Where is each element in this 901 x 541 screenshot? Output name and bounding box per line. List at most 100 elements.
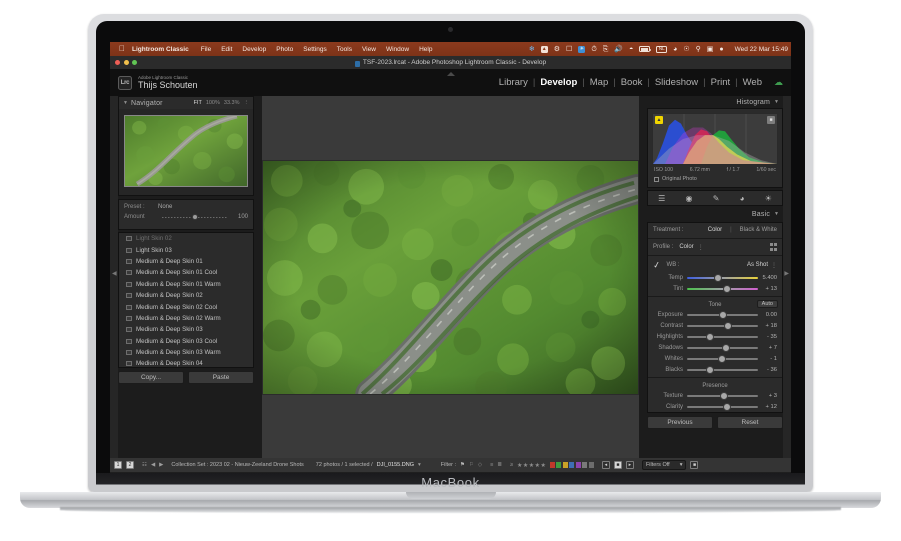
- slider-highlights[interactable]: [687, 332, 758, 341]
- zoom-chevron-icon[interactable]: ⋮: [244, 100, 250, 106]
- identity-plate[interactable]: Adobe Lightroom Classic Thijs Schouten: [138, 75, 198, 91]
- slider-clarity[interactable]: [687, 402, 758, 411]
- slider-knob[interactable]: [705, 365, 714, 374]
- slider-knob[interactable]: [722, 343, 731, 352]
- flag-reject-icon[interactable]: ◇: [478, 462, 482, 468]
- star-icon[interactable]: ★: [529, 462, 534, 469]
- clipboard-icon[interactable]: ⎘: [603, 46, 609, 53]
- butterfly-icon[interactable]: ❄: [529, 46, 535, 53]
- color-label-swatch[interactable]: [562, 462, 568, 468]
- input-language-indicator[interactable]: NL: [656, 45, 668, 53]
- auto-tone-button[interactable]: Auto: [756, 300, 778, 308]
- profile-value[interactable]: Color: [679, 244, 693, 250]
- wifi-icon[interactable]: ◕: [673, 46, 677, 53]
- module-slideshow[interactable]: Slideshow: [650, 77, 703, 88]
- wb-chevron-icon[interactable]: ⋮: [771, 262, 777, 269]
- spot-removal-icon[interactable]: ◉: [686, 194, 693, 203]
- search-icon[interactable]: ⚲: [696, 46, 701, 53]
- filter-preset-prev-icon[interactable]: ◂: [601, 461, 610, 469]
- menu-item-help[interactable]: Help: [419, 46, 432, 53]
- menu-item-settings[interactable]: Settings: [303, 46, 327, 53]
- module-map[interactable]: Map: [585, 77, 613, 88]
- cloud-sync-icon[interactable]: ☁: [774, 77, 783, 88]
- module-book[interactable]: Book: [616, 77, 648, 88]
- slider-shadows[interactable]: [687, 343, 758, 352]
- preset-item[interactable]: Medium & Deep Skin 04: [119, 358, 253, 367]
- filename-chevron-icon[interactable]: ▾: [418, 462, 421, 468]
- star-icon[interactable]: ★: [517, 462, 522, 469]
- color-label-swatch[interactable]: [575, 462, 581, 468]
- close-button[interactable]: [115, 60, 120, 65]
- menu-app-name[interactable]: Lightroom Classic: [132, 46, 189, 53]
- slider-contrast[interactable]: [687, 321, 758, 330]
- original-photo-row[interactable]: Original Photo: [652, 173, 778, 183]
- red-eye-icon[interactable]: ◕: [740, 194, 745, 203]
- filter-preset-next-icon[interactable]: ▸: [625, 461, 634, 469]
- slider-tint[interactable]: [687, 284, 758, 293]
- flag-unflagged-icon[interactable]: ⚐: [469, 462, 474, 468]
- menu-item-window[interactable]: Window: [386, 46, 409, 53]
- amount-slider-knob[interactable]: [191, 214, 198, 220]
- slider-knob[interactable]: [717, 354, 726, 363]
- wb-value[interactable]: As Shot: [747, 262, 768, 268]
- treatment-color-option[interactable]: Color: [708, 227, 722, 233]
- grid-badge-1[interactable]: 1: [114, 461, 122, 469]
- flag-pick-icon[interactable]: ⚑: [460, 462, 465, 468]
- filter-lock-icon[interactable]: ■: [690, 461, 699, 469]
- color-label-swatch[interactable]: [569, 462, 575, 468]
- masking-brush-icon[interactable]: ✎: [713, 194, 720, 203]
- preset-item[interactable]: Medium & Deep Skin 02 Cool: [119, 301, 253, 312]
- arrow-left-icon[interactable]: ◀: [151, 462, 155, 468]
- preset-item[interactable]: Medium & Deep Skin 03: [119, 324, 253, 335]
- slider-texture[interactable]: [687, 391, 758, 400]
- controlcenter-icon[interactable]: ☉: [683, 46, 689, 53]
- navigator-preview[interactable]: [124, 115, 248, 187]
- color-label-swatch[interactable]: [556, 462, 562, 468]
- slider-knob[interactable]: [722, 402, 731, 411]
- paste-button[interactable]: Paste: [188, 371, 254, 384]
- preset-item[interactable]: Medium & Deep Skin 01 Warm: [119, 279, 253, 290]
- source-path[interactable]: Collection Set : 2023 02 - Nieuw-Zeeland…: [171, 462, 303, 468]
- top-panel-toggle-icon[interactable]: [446, 72, 455, 76]
- previous-button[interactable]: Previous: [647, 416, 713, 429]
- zoom-333[interactable]: 33.3%: [224, 100, 240, 106]
- dropbox-icon[interactable]: ▲: [540, 45, 548, 53]
- menubar-clock[interactable]: Wed 22 Mar 15:49: [735, 46, 788, 53]
- menu-item-photo[interactable]: Photo: [276, 46, 293, 53]
- maximize-button[interactable]: [132, 60, 137, 65]
- preset-row[interactable]: Preset : None: [124, 204, 248, 210]
- menu-item-tools[interactable]: Tools: [337, 46, 352, 53]
- color-label-filter[interactable]: [549, 462, 594, 468]
- displays-icon[interactable]: ▣: [707, 46, 714, 53]
- preset-item[interactable]: Medium & Deep Skin 02: [119, 290, 253, 301]
- color-label-swatch[interactable]: [549, 462, 555, 468]
- highlight-clipping-icon[interactable]: ■: [767, 116, 775, 124]
- module-develop[interactable]: Develop: [535, 77, 582, 88]
- bluetooth-alt-icon[interactable]: ⚙: [554, 46, 560, 53]
- menu-item-edit[interactable]: Edit: [221, 46, 232, 53]
- filters-off-dropdown[interactable]: Filters Off ▾: [641, 460, 687, 470]
- zoom-fit[interactable]: FIT: [194, 100, 202, 106]
- crop-tool-icon[interactable]: ☰: [658, 194, 665, 203]
- radial-filter-icon[interactable]: ☀: [765, 194, 772, 203]
- slider-knob[interactable]: [713, 273, 722, 282]
- minimize-button[interactable]: [123, 60, 129, 65]
- slider-exposure[interactable]: [687, 310, 758, 319]
- amount-slider[interactable]: [162, 214, 228, 220]
- color-label-swatch[interactable]: [588, 462, 594, 468]
- preset-item[interactable]: Medium & Deep Skin 03 Warm: [119, 347, 253, 358]
- battery-icon[interactable]: [639, 46, 652, 52]
- sort-descending-icon[interactable]: ≣: [497, 462, 502, 468]
- preset-list[interactable]: Light Skin 02 Light Skin 03 Medium & Deep …: [118, 232, 254, 368]
- sort-ascending-icon[interactable]: ≡: [490, 462, 493, 468]
- preset-item[interactable]: Light Skin 02: [119, 233, 253, 244]
- volume-icon[interactable]: 🔊: [614, 46, 623, 53]
- grid-badge-2[interactable]: 2: [126, 461, 134, 469]
- arrow-right-icon[interactable]: ▶: [159, 462, 163, 468]
- main-photo[interactable]: [262, 159, 639, 395]
- screenshot-icon[interactable]: ☐: [566, 46, 572, 53]
- navigator-header[interactable]: ▼ Navigator FIT 100% 33.3% ⋮: [119, 97, 253, 109]
- copy-button[interactable]: Copy...: [118, 371, 184, 384]
- treatment-bw-option[interactable]: Black & White: [740, 227, 777, 233]
- slider-temp[interactable]: [687, 273, 758, 282]
